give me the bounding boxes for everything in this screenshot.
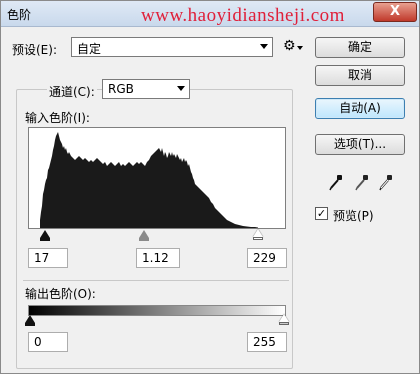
ok-button[interactable]: 确定 (315, 37, 405, 58)
black-eyedropper-icon[interactable] (329, 175, 343, 191)
input-levels-label: 输入色阶(I): (25, 111, 90, 125)
channel-label: 通道(C): (47, 83, 97, 100)
preset-value: 自定 (77, 42, 102, 56)
close-button[interactable]: X (373, 2, 417, 22)
levels-dialog: 色阶 www.haoyidiansheji.com X 预设(E): 自定 ⚙ … (0, 0, 420, 374)
input-black-slider[interactable] (40, 230, 50, 238)
output-white-slider-base[interactable] (279, 322, 289, 325)
auto-button[interactable]: 自动(A) (315, 98, 405, 119)
gear-icon[interactable]: ⚙ (283, 39, 296, 53)
chevron-down-icon (260, 44, 268, 49)
cancel-button[interactable]: 取消 (315, 65, 405, 86)
output-black-field[interactable]: 0 (28, 332, 68, 352)
preset-label: 预设(E): (12, 43, 57, 57)
output-black-slider-base[interactable] (25, 323, 35, 326)
white-eyedropper-icon[interactable] (379, 175, 393, 191)
input-gamma-slider[interactable] (139, 230, 149, 238)
histogram-graph (40, 132, 258, 228)
input-white-field[interactable]: 229 (247, 248, 287, 268)
dialog-title: 色阶 (7, 8, 32, 22)
gear-menu-arrow-icon[interactable] (297, 46, 303, 50)
watermark: www.haoyidiansheji.com (141, 5, 345, 26)
input-white-slider-base[interactable] (253, 237, 263, 240)
preview-label: 预览(P) (333, 209, 374, 223)
title-bar: 色阶 www.haoyidiansheji.com X (1, 1, 419, 27)
histogram-shape (40, 132, 258, 228)
output-levels-label: 输出色阶(O): (25, 287, 96, 301)
preset-select[interactable]: 自定 (71, 37, 273, 57)
section-divider (23, 280, 289, 281)
input-gamma-field[interactable]: 1.12 (136, 248, 180, 268)
input-black-field[interactable]: 17 (28, 248, 68, 268)
histogram (28, 127, 286, 229)
output-white-slider[interactable] (279, 314, 289, 322)
input-white-slider[interactable] (253, 229, 263, 237)
chevron-down-icon (177, 86, 185, 91)
input-black-slider-base[interactable] (40, 238, 50, 241)
gray-eyedropper-icon[interactable] (355, 175, 369, 191)
output-gradient-bar (28, 305, 286, 316)
channel-select[interactable]: RGB (102, 79, 190, 99)
input-gamma-slider-base[interactable] (139, 238, 149, 241)
channel-value: RGB (108, 82, 134, 96)
options-button[interactable]: 选项(T)... (315, 134, 405, 155)
output-black-slider[interactable] (25, 315, 35, 323)
preview-checkbox[interactable]: ✓ (315, 207, 328, 220)
output-white-field[interactable]: 255 (247, 332, 287, 352)
